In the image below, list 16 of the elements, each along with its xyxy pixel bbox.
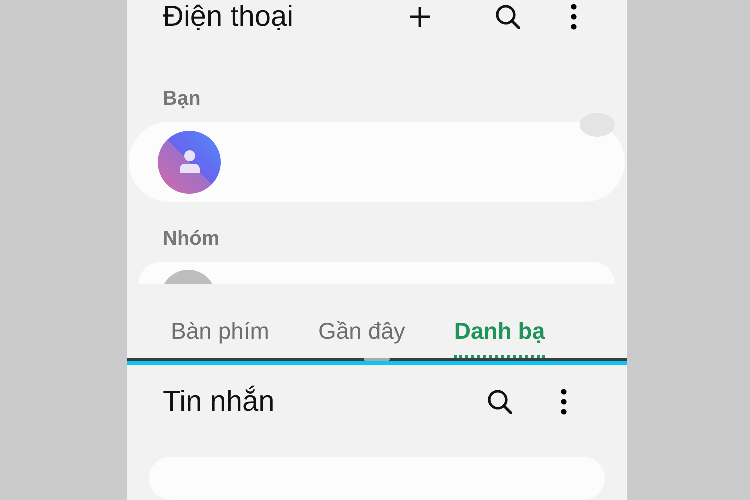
search-icon: [487, 389, 513, 416]
section-label: Bạn: [163, 87, 202, 112]
search-icon: [495, 4, 521, 30]
section-label: Nhóm: [163, 227, 221, 252]
scroll-thumb: [580, 113, 615, 137]
app-title: Điện thoại: [163, 2, 295, 32]
drag-handle[interactable]: [364, 358, 390, 361]
more-icon: [571, 4, 577, 30]
tab[interactable]: Bàn phím: [171, 314, 270, 354]
tab[interactable]: Gần đây: [318, 314, 406, 354]
add-icon: [409, 6, 431, 28]
profile-card[interactable]: [129, 122, 625, 202]
search-button[interactable]: [485, 387, 515, 418]
more-icon: [561, 389, 567, 416]
search-button[interactable]: [493, 2, 523, 32]
app-title: Tin nhắn: [163, 388, 276, 417]
